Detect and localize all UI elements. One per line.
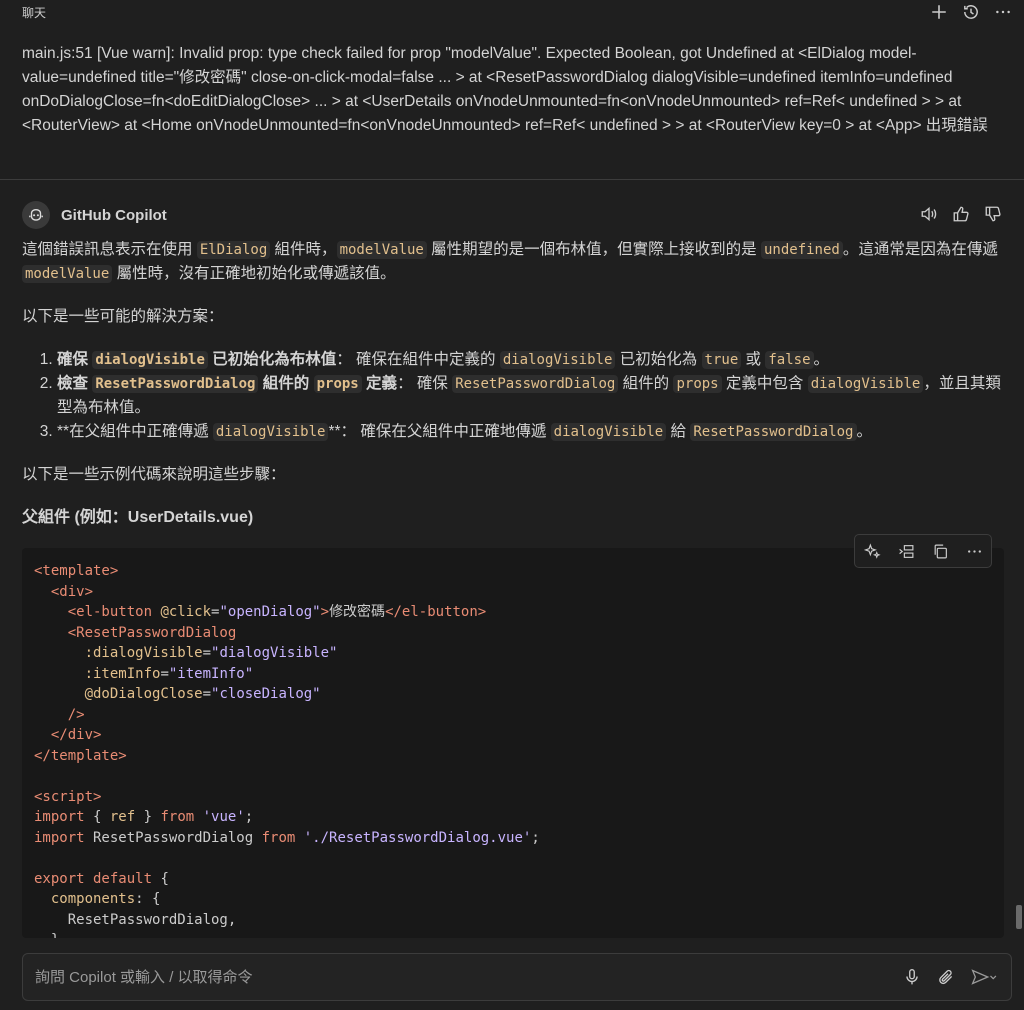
copilot-avatar [22, 201, 50, 229]
inline-code: ElDialog [196, 241, 271, 259]
code-line: /> [67, 706, 85, 723]
scrollbar-thumb[interactable] [1016, 905, 1022, 929]
more-icon[interactable] [961, 540, 987, 562]
more-icon[interactable] [990, 1, 1016, 23]
code-line: <el-button @click="openDialog">修改密碼</el-… [67, 604, 487, 620]
inline-code: true [701, 351, 742, 369]
list-item: 確保 dialogVisible 已初始化為布林值： 確保在組件中定義的 dia… [57, 348, 1004, 372]
feedback-actions [916, 203, 1006, 225]
chat-input[interactable] [33, 964, 877, 990]
input-actions [899, 966, 1001, 988]
assistant-header: GitHub Copilot [22, 200, 167, 230]
assistant-answer: 這個錯誤訊息表示在使用 ElDialog 組件時， modelValue 屬性期望… [22, 238, 1004, 530]
send-icon[interactable] [967, 966, 1001, 988]
chat-header: 聊天 [0, 0, 1024, 26]
code-block[interactable]: <template> <div> <el-button @click="open… [22, 548, 1004, 938]
assistant-name: GitHub Copilot [61, 206, 167, 224]
message-divider [0, 179, 1024, 180]
chat-title: 聊天 [22, 6, 47, 20]
inline-code: ResetPasswordDialog [452, 375, 619, 393]
code-line: }, [34, 930, 1004, 938]
code-line: :itemInfo="itemInfo" [84, 665, 254, 682]
section-heading: 父組件 (例如：UserDetails.vue) [22, 509, 254, 526]
microphone-icon[interactable] [899, 966, 925, 988]
answer-paragraph: 這個錯誤訊息表示在使用 ElDialog 組件時， modelValue 屬性期望… [22, 241, 998, 283]
inline-code: dialogVisible [550, 423, 667, 441]
code-toolbar [854, 534, 992, 568]
code-line: components: { [50, 891, 161, 907]
code-content: <template> <div> <el-button @click="open… [22, 548, 1004, 938]
insert-icon[interactable] [893, 540, 919, 562]
list-item: 檢查 ResetPasswordDialog 組件的 props 定義： 確保 … [57, 372, 1004, 420]
inline-code: modelValue [22, 265, 113, 283]
thumbs-up-icon[interactable] [948, 203, 974, 225]
inline-code: ResetPasswordDialog [92, 375, 259, 393]
speaker-icon[interactable] [916, 203, 942, 225]
code-line: @doDialogClose="closeDialog" [84, 686, 321, 702]
code-line: export default { [34, 870, 169, 887]
sparkle-icon[interactable] [859, 540, 885, 562]
inline-code: modelValue [336, 241, 427, 259]
history-icon[interactable] [958, 1, 984, 23]
inline-code: props [673, 375, 722, 393]
answer-paragraph: 以下是一些示例代碼來說明這些步驟： [22, 466, 286, 483]
header-actions [926, 1, 1016, 23]
solution-list: 確保 dialogVisible 已初始化為布林值： 確保在組件中定義的 dia… [22, 348, 1004, 444]
inline-code: props [313, 375, 362, 393]
answer-paragraph: 以下是一些可能的解決方案： [22, 308, 224, 325]
copy-icon[interactable] [927, 540, 953, 562]
inline-code: ResetPasswordDialog [690, 423, 857, 441]
code-line: <div> [50, 583, 94, 600]
code-line: <ResetPasswordDialog [67, 624, 237, 641]
inline-code: dialogVisible [212, 423, 329, 441]
code-line: import ResetPasswordDialog from './Reset… [34, 829, 540, 846]
list-item: **在父組件中正確傳遞 dialogVisible**： 確保在父組件中正確地傳… [57, 420, 1004, 444]
code-line: :dialogVisible="dialogVisible" [84, 645, 338, 661]
code-line: </div> [50, 727, 102, 743]
code-line: import { ref } from 'vue'; [34, 809, 254, 825]
user-message: main.js:51 [Vue warn]: Invalid prop: typ… [22, 45, 988, 134]
attach-icon[interactable] [933, 966, 959, 988]
inline-code: dialogVisible [807, 375, 924, 393]
code-line: ResetPasswordDialog, [67, 911, 237, 928]
inline-code: undefined [760, 241, 843, 259]
inline-code: false [765, 351, 814, 369]
inline-code: dialogVisible [499, 351, 616, 369]
chat-input-box [22, 953, 1012, 1001]
code-line: <script> [34, 788, 102, 805]
code-line: </template> [34, 747, 127, 764]
inline-code: dialogVisible [92, 351, 208, 369]
thumbs-down-icon[interactable] [980, 203, 1006, 225]
copilot-icon [29, 209, 43, 221]
plus-icon[interactable] [926, 1, 952, 23]
